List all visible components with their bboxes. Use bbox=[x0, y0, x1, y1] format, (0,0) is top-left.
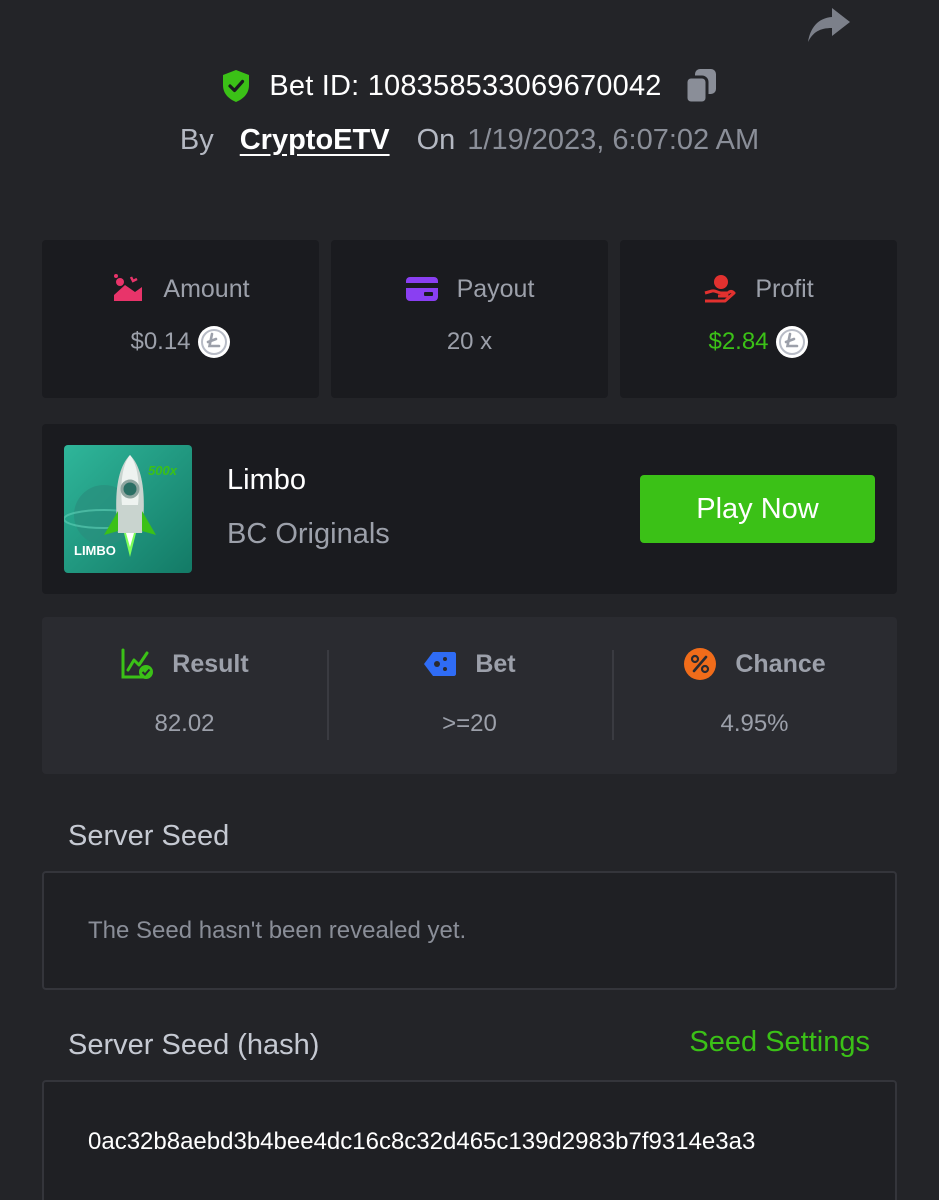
play-now-button[interactable]: Play Now bbox=[640, 475, 875, 543]
stat-payout: Payout 20 x bbox=[331, 240, 608, 398]
on-label: On bbox=[416, 123, 456, 156]
server-seed-title: Server Seed bbox=[68, 820, 230, 852]
stat-value: 20 x bbox=[446, 328, 493, 355]
stat-amount: Amount $0.14 bbox=[42, 240, 319, 398]
bet-id-row: Bet ID: 108358533069670042 bbox=[0, 64, 939, 108]
ltc-coin-icon bbox=[197, 326, 230, 358]
percent-icon bbox=[684, 648, 717, 680]
amount-icon bbox=[114, 274, 143, 301]
bet-tag-icon bbox=[424, 652, 457, 676]
game-name[interactable]: Limbo bbox=[227, 464, 306, 497]
stat-value: $2.84 bbox=[708, 328, 769, 355]
ltc-coin-icon bbox=[775, 326, 808, 358]
bet-item: Bet >=20 bbox=[327, 617, 612, 774]
game-thumbnail[interactable]: 500x LIMBO bbox=[64, 445, 192, 573]
verified-shield-icon bbox=[223, 70, 250, 102]
payout-card-icon bbox=[405, 277, 438, 301]
profit-hand-icon bbox=[704, 275, 736, 303]
author-link[interactable]: CryptoETV bbox=[240, 124, 390, 157]
server-seed-hash-title: Server Seed (hash) bbox=[68, 1029, 320, 1061]
stat-label: Payout bbox=[456, 274, 535, 303]
result-value: 4.95% bbox=[720, 710, 789, 737]
by-label: By bbox=[179, 123, 214, 156]
result-label: Chance bbox=[735, 649, 826, 678]
seed-settings-link[interactable]: Seed Settings bbox=[689, 1026, 870, 1059]
bet-date: 1/19/2023, 6:07:02 AM bbox=[467, 123, 760, 156]
bet-stats: Amount $0.14 Payout 20 x Profit $2.84 bbox=[42, 240, 897, 398]
copy-icon[interactable] bbox=[684, 67, 718, 105]
server-seed-hash-value[interactable]: 0ac32b8aebd3b4bee4dc16c8c32d465c139d2983… bbox=[88, 1128, 854, 1156]
stat-label: Profit bbox=[755, 274, 814, 303]
thumbnail-badge: 500x bbox=[148, 463, 178, 478]
result-label: Bet bbox=[475, 649, 516, 678]
game-provider: BC Originals bbox=[227, 518, 390, 550]
limbo-thumbnail-art: 500x LIMBO bbox=[64, 445, 192, 573]
result-item: Result 82.02 bbox=[42, 617, 327, 774]
stat-value: $0.14 bbox=[130, 328, 191, 355]
chance-item: Chance 4.95% bbox=[612, 617, 897, 774]
result-value: >=20 bbox=[442, 710, 497, 737]
bet-id: Bet ID: 108358533069670042 bbox=[269, 69, 662, 102]
result-chart-icon bbox=[121, 648, 154, 679]
server-seed-message: The Seed hasn't been revealed yet. bbox=[88, 917, 467, 944]
stat-label: Amount bbox=[163, 274, 250, 303]
bet-results: Result 82.02 Bet >=20 Chance 4.95% bbox=[42, 617, 897, 774]
stat-profit: Profit $2.84 bbox=[620, 240, 897, 398]
bet-meta-row: By CryptoETV On 1/19/2023, 6:07:02 AM bbox=[0, 118, 939, 162]
game-card: 500x LIMBO Limbo BC Originals Play Now bbox=[42, 424, 897, 594]
share-icon[interactable] bbox=[806, 4, 852, 46]
server-seed-hash-box: 0ac32b8aebd3b4bee4dc16c8c32d465c139d2983… bbox=[42, 1080, 897, 1200]
result-value: 82.02 bbox=[154, 710, 215, 737]
server-seed-box: The Seed hasn't been revealed yet. bbox=[42, 871, 897, 990]
result-label: Result bbox=[172, 649, 249, 678]
thumbnail-label: LIMBO bbox=[74, 543, 116, 558]
